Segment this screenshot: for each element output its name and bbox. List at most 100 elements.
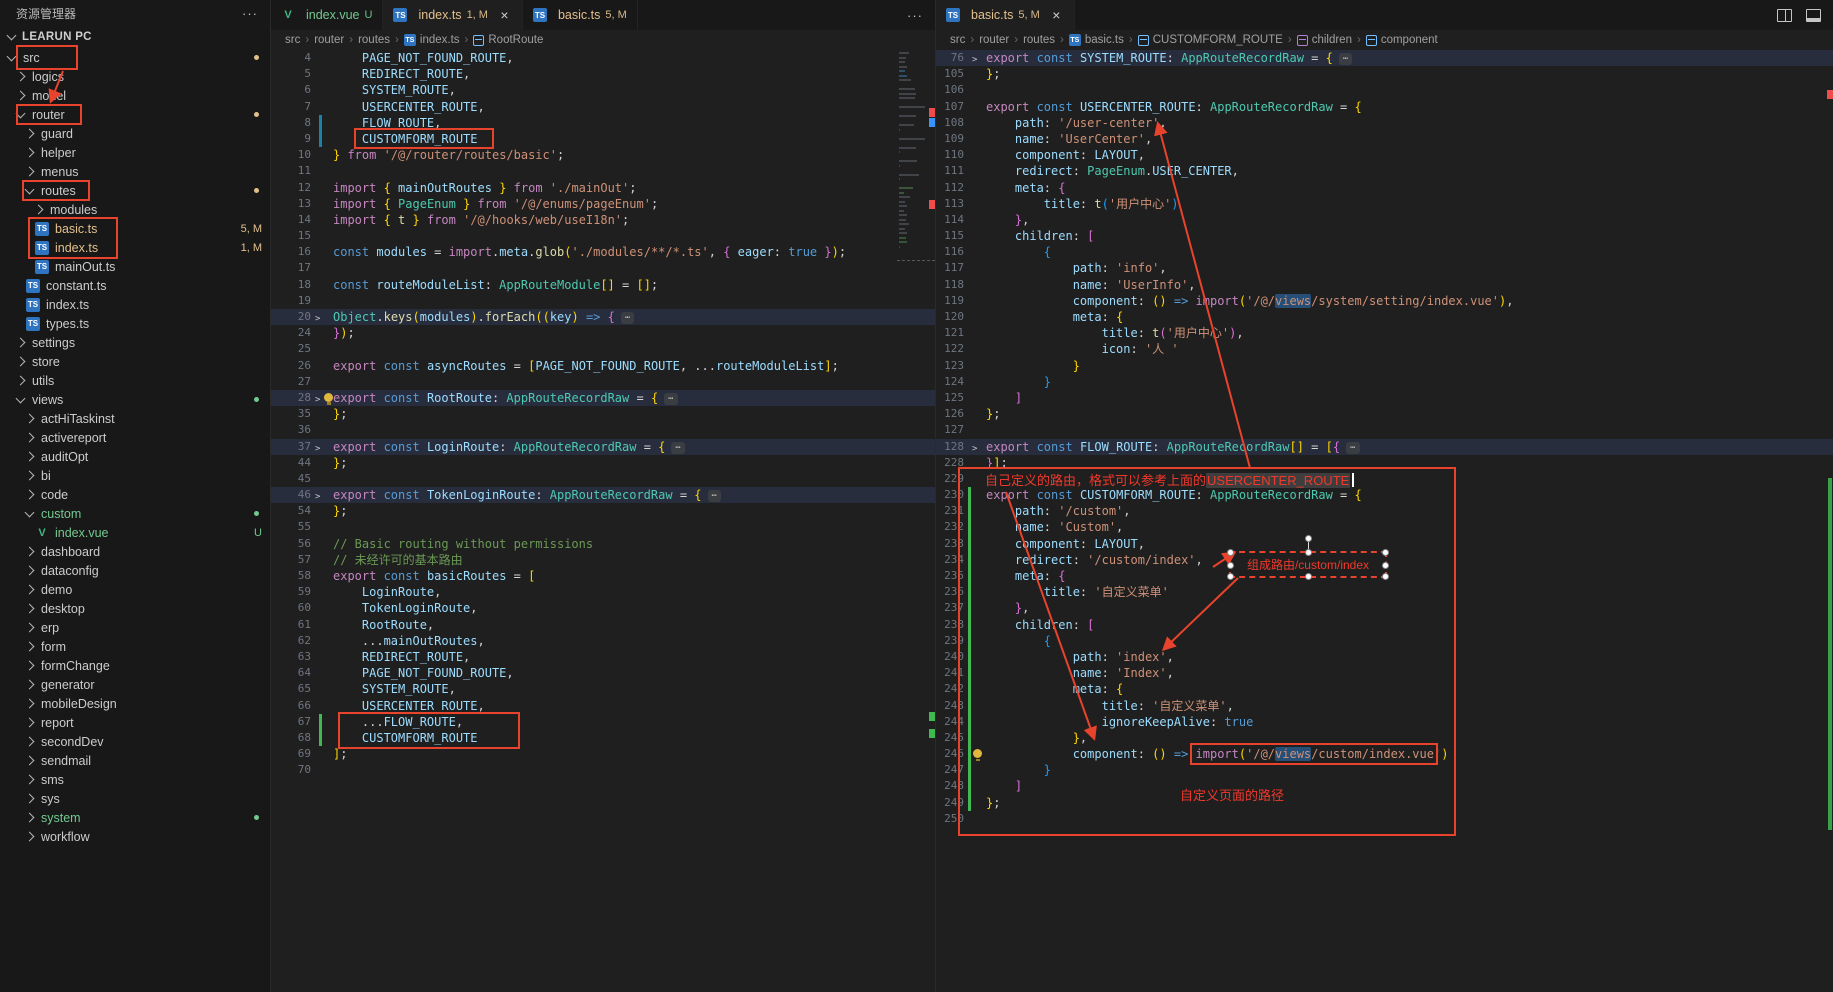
breadcrumb-item-router[interactable]: router bbox=[979, 34, 1009, 46]
folded-code-icon[interactable]: ⋯ bbox=[664, 393, 677, 405]
folded-code-icon[interactable]: ⋯ bbox=[621, 312, 634, 324]
tree-item-workflow[interactable]: workflow bbox=[0, 827, 270, 846]
file-tree[interactable]: srclogicsmodelrouterguardhelpermenusrout… bbox=[0, 48, 270, 992]
minimap-line bbox=[899, 124, 914, 126]
line-number: 107 bbox=[936, 99, 964, 115]
token: = bbox=[673, 488, 695, 502]
code-text: }); bbox=[333, 326, 355, 340]
breadcrumb-item-routes[interactable]: routes bbox=[358, 34, 390, 46]
breadcrumb-item-children[interactable]: children bbox=[1297, 34, 1352, 46]
code-line: 18const routeModuleList: AppRouteModule[… bbox=[271, 277, 935, 293]
tree-item-formChange[interactable]: formChange bbox=[0, 656, 270, 675]
token: '人 ' bbox=[1145, 342, 1179, 356]
tree-item-mainOut.ts[interactable]: TSmainOut.ts bbox=[0, 257, 270, 276]
code-line: 9 CUSTOMFORM_ROUTE bbox=[271, 131, 935, 147]
tree-item-views[interactable]: views bbox=[0, 390, 270, 409]
breadcrumb[interactable]: src›router›routes›TSbasic.ts›CUSTOMFORM_… bbox=[936, 30, 1833, 50]
tree-item-routes[interactable]: routes bbox=[0, 181, 270, 200]
breadcrumb-item-router[interactable]: router bbox=[314, 34, 344, 46]
minimap-line bbox=[899, 210, 904, 212]
tree-item-code[interactable]: code bbox=[0, 485, 270, 504]
workspace-section-header[interactable]: LEARUN PC bbox=[0, 26, 270, 48]
tab-index.ts[interactable]: TSindex.ts1, M× bbox=[383, 0, 523, 30]
tree-item-index.ts[interactable]: TSindex.ts bbox=[0, 295, 270, 314]
folded-code-icon[interactable]: ⋯ bbox=[1346, 442, 1359, 454]
tree-item-sendmail[interactable]: sendmail bbox=[0, 751, 270, 770]
tree-item-modules[interactable]: modules bbox=[0, 200, 270, 219]
line-number: 249 bbox=[936, 795, 964, 811]
breadcrumb-item-RootRoute[interactable]: RootRoute bbox=[473, 34, 543, 46]
tree-item-types.ts[interactable]: TStypes.ts bbox=[0, 314, 270, 333]
tree-item-system[interactable]: system bbox=[0, 808, 270, 827]
tree-item-helper[interactable]: helper bbox=[0, 143, 270, 162]
folded-code-icon[interactable]: ⋯ bbox=[671, 442, 684, 454]
code-editor[interactable]: 76>export const SYSTEM_ROUTE: AppRouteRe… bbox=[936, 50, 1833, 992]
tree-item-model[interactable]: model bbox=[0, 86, 270, 105]
tab-basic.ts[interactable]: TSbasic.ts5, M bbox=[523, 0, 638, 30]
customize-layout-icon[interactable] bbox=[1806, 9, 1821, 22]
token: : bbox=[499, 440, 513, 454]
token: meta bbox=[986, 682, 1102, 696]
editor-more-actions-icon[interactable]: ··· bbox=[907, 8, 923, 23]
tree-item-actHiTaskinst[interactable]: actHiTaskinst bbox=[0, 409, 270, 428]
tree-item-bi[interactable]: bi bbox=[0, 466, 270, 485]
tree-item-sys[interactable]: sys bbox=[0, 789, 270, 808]
tree-item-desktop[interactable]: desktop bbox=[0, 599, 270, 618]
tree-item-store[interactable]: store bbox=[0, 352, 270, 371]
tree-item-logics[interactable]: logics bbox=[0, 67, 270, 86]
tree-item-index.vue[interactable]: Vindex.vueU bbox=[0, 523, 270, 542]
token: ; bbox=[651, 278, 658, 292]
breadcrumb-item-basic.ts[interactable]: TSbasic.ts bbox=[1069, 34, 1124, 46]
tree-item-report[interactable]: report bbox=[0, 713, 270, 732]
breadcrumb-item-src[interactable]: src bbox=[950, 34, 965, 46]
close-icon[interactable]: × bbox=[497, 7, 512, 23]
tree-item-menus[interactable]: menus bbox=[0, 162, 270, 181]
tree-item-settings[interactable]: settings bbox=[0, 333, 270, 352]
token: ] bbox=[986, 391, 1022, 405]
token: PAGE_NOT_FOUND_ROUTE bbox=[535, 359, 680, 373]
tree-item-constant.ts[interactable]: TSconstant.ts bbox=[0, 276, 270, 295]
folded-code-icon[interactable]: ⋯ bbox=[708, 490, 721, 502]
tree-item-erp[interactable]: erp bbox=[0, 618, 270, 637]
breadcrumb-item-CUSTOMFORM_ROUTE[interactable]: CUSTOMFORM_ROUTE bbox=[1138, 34, 1283, 46]
overview-ruler[interactable] bbox=[1827, 50, 1833, 992]
tree-item-form[interactable]: form bbox=[0, 637, 270, 656]
tree-item-dataconfig[interactable]: dataconfig bbox=[0, 561, 270, 580]
token: redirect bbox=[986, 553, 1073, 567]
tree-item-secondDev[interactable]: secondDev bbox=[0, 732, 270, 751]
tree-item-src[interactable]: src bbox=[0, 48, 270, 67]
tree-item-router[interactable]: router bbox=[0, 105, 270, 124]
code-text: const modules = import.meta.glob('./modu… bbox=[333, 245, 846, 259]
tree-item-dashboard[interactable]: dashboard bbox=[0, 542, 270, 561]
tree-item-utils[interactable]: utils bbox=[0, 371, 270, 390]
more-actions-icon[interactable]: ··· bbox=[242, 6, 258, 21]
tree-item-activereport[interactable]: activereport bbox=[0, 428, 270, 447]
tree-item-index.ts[interactable]: TSindex.ts1, M bbox=[0, 238, 270, 257]
tree-item-basic.ts[interactable]: TSbasic.ts5, M bbox=[0, 219, 270, 238]
breadcrumb-item-index.ts[interactable]: TSindex.ts bbox=[404, 34, 460, 46]
tree-item-sms[interactable]: sms bbox=[0, 770, 270, 789]
breadcrumb[interactable]: src›router›routes›TSindex.ts›RootRoute bbox=[271, 30, 935, 50]
token: , bbox=[1196, 553, 1203, 567]
minimap[interactable] bbox=[897, 52, 927, 255]
tree-item-guard[interactable]: guard bbox=[0, 124, 270, 143]
lightbulb-icon[interactable] bbox=[973, 749, 982, 758]
tree-item-custom[interactable]: custom bbox=[0, 504, 270, 523]
breadcrumb-item-component[interactable]: component bbox=[1366, 34, 1438, 46]
tree-item-mobileDesign[interactable]: mobileDesign bbox=[0, 694, 270, 713]
token: ; bbox=[993, 67, 1000, 81]
code-editor[interactable]: 4 PAGE_NOT_FOUND_ROUTE,5 REDIRECT_ROUTE,… bbox=[271, 50, 935, 992]
split-editor-icon[interactable] bbox=[1777, 9, 1792, 22]
breadcrumb-item-routes[interactable]: routes bbox=[1023, 34, 1055, 46]
tab-basic.ts[interactable]: TSbasic.ts5, M× bbox=[936, 0, 1075, 30]
close-icon[interactable]: × bbox=[1049, 7, 1064, 23]
tab-index.vue[interactable]: Vindex.vueU bbox=[271, 0, 383, 30]
token: : bbox=[535, 488, 549, 502]
breadcrumb-item-src[interactable]: src bbox=[285, 34, 300, 46]
tree-item-auditOpt[interactable]: auditOpt bbox=[0, 447, 270, 466]
tree-item-generator[interactable]: generator bbox=[0, 675, 270, 694]
folded-code-icon[interactable]: ⋯ bbox=[1339, 53, 1352, 65]
typescript-file-icon: TS bbox=[946, 8, 960, 22]
tree-item-demo[interactable]: demo bbox=[0, 580, 270, 599]
lightbulb-icon[interactable] bbox=[324, 393, 333, 402]
